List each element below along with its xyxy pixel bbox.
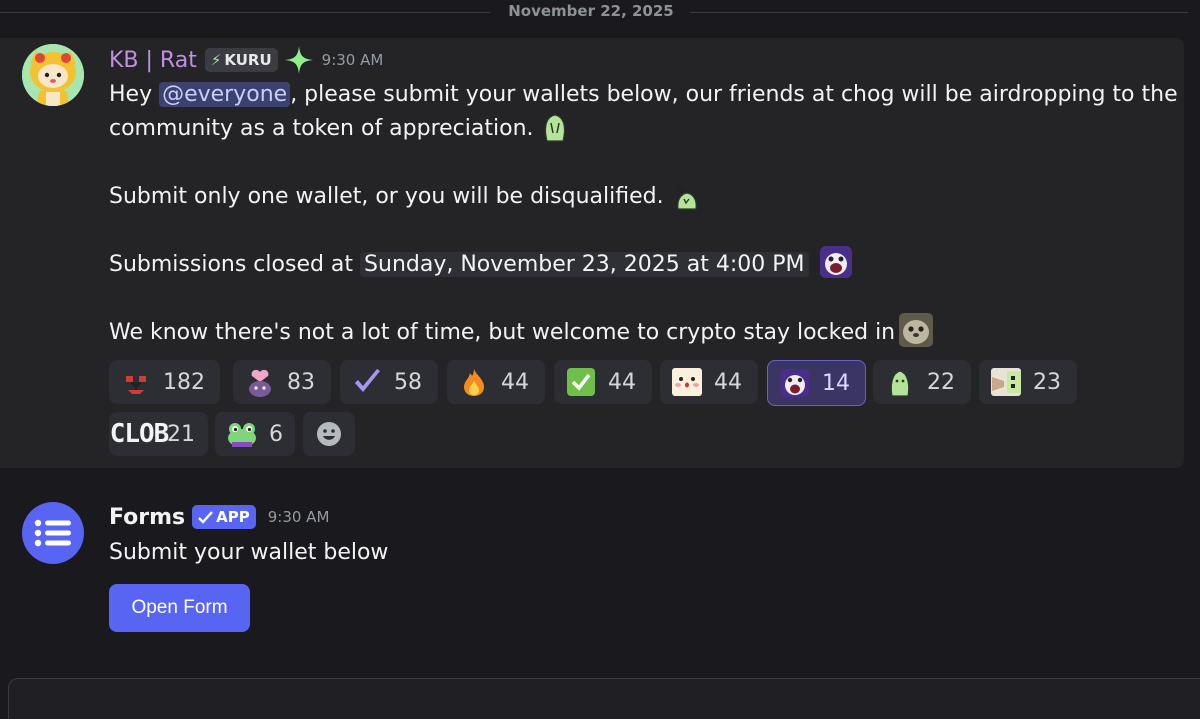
clob-text-emoji-icon: CLOB [109, 419, 170, 449]
message-time[interactable]: 9:30 AM [268, 508, 330, 526]
username[interactable]: KB | Rat [109, 48, 197, 73]
reaction-count: 6 [269, 421, 283, 447]
reaction-chip-active[interactable]: 14 [767, 360, 866, 406]
reaction-chip[interactable]: 83 [233, 360, 331, 404]
reaction-chip[interactable]: 44 [660, 360, 758, 404]
green-blob-emoji-icon[interactable] [538, 109, 572, 143]
heart-hands-emoji-icon [119, 365, 153, 399]
green-blob-emoji-icon [883, 365, 917, 399]
scream-cat-emoji-icon[interactable] [819, 245, 853, 279]
server-tag[interactable]: ⚡ KURU [204, 48, 278, 72]
text-segment: , please submit your wallets below, our … [290, 82, 1178, 107]
message-content: Hey @everyone, please submit your wallet… [109, 78, 1178, 350]
reaction-count: 22 [927, 369, 955, 395]
message-header: Forms APP 9:30 AM [109, 502, 329, 532]
smiley-add-icon [317, 422, 341, 446]
reaction-count: 14 [822, 370, 850, 396]
message-line: community as a token of appreciation. [109, 112, 1169, 146]
check-icon [198, 510, 214, 524]
text-segment: Hey [109, 82, 160, 107]
message-time[interactable]: 9:30 AM [322, 51, 384, 69]
server-tag-label: KURU [224, 51, 272, 69]
message-line-empty [109, 282, 1169, 316]
green-blob-knife-emoji-icon[interactable] [668, 177, 702, 211]
reaction-count: 21 [167, 421, 195, 447]
sparkle-icon [284, 46, 313, 74]
message-line: Submissions closed at Sunday, November 2… [109, 245, 1169, 282]
divider-date: November 22, 2025 [508, 2, 674, 20]
reaction-count: 182 [163, 369, 205, 395]
reaction-chip[interactable]: 22 [873, 360, 971, 404]
scream-cat-emoji-icon [778, 366, 812, 400]
message-composer[interactable] [8, 678, 1200, 719]
app-badge-label: APP [216, 508, 250, 526]
text-segment: We know there's not a lot of time, but w… [109, 320, 896, 345]
reaction-chip[interactable]: 23 [979, 360, 1077, 404]
text-segment: Submit only one wallet, or you will be d… [109, 184, 664, 209]
mention-everyone[interactable]: @everyone [159, 82, 291, 107]
blush-face-emoji-icon [670, 365, 704, 399]
open-form-button[interactable]: Open Form [109, 584, 250, 632]
list-icon [34, 519, 71, 547]
message-line: We know there's not a lot of time, but w… [109, 313, 1169, 350]
fire-emoji-icon [457, 365, 491, 399]
reaction-count: 44 [608, 369, 636, 395]
reaction-count: 58 [394, 369, 422, 395]
message-line: Hey @everyone, please submit your wallet… [109, 78, 1178, 112]
timestamp-chip[interactable]: Sunday, November 23, 2025 at 4:00 PM [360, 252, 809, 277]
lightning-icon: ⚡ [210, 51, 222, 69]
reaction-chip[interactable]: CLOB 21 [109, 412, 208, 456]
message-line-empty [109, 146, 1169, 180]
reaction-count: 23 [1033, 369, 1061, 395]
reaction-count: 44 [714, 369, 742, 395]
username[interactable]: Forms [109, 505, 185, 530]
purple-check-emoji-icon [350, 365, 384, 399]
text-segment: community as a token of appreciation. [109, 116, 534, 141]
reaction-chip[interactable]: 182 [109, 360, 220, 404]
divider-line-right [690, 12, 1188, 13]
text-segment: Submissions closed at [109, 252, 361, 277]
reaction-chip[interactable]: 6 [215, 412, 295, 456]
reaction-chip[interactable]: 44 [447, 360, 545, 404]
message-header: KB | Rat ⚡ KURU 9:30 AM [109, 44, 383, 76]
heart-character-emoji-icon [243, 365, 277, 399]
reaction-chip[interactable]: 44 [554, 360, 652, 404]
message-line: Submit only one wallet, or you will be d… [109, 177, 1169, 214]
avatar[interactable] [22, 44, 84, 106]
pointing-emoji-icon [989, 365, 1023, 399]
forms-app-avatar[interactable] [22, 502, 84, 564]
add-reaction-button[interactable] [303, 412, 355, 456]
reaction-count: 83 [287, 369, 315, 395]
reaction-chip[interactable]: 58 [340, 360, 438, 404]
green-check-emoji-icon [564, 365, 598, 399]
reaction-count: 44 [501, 369, 529, 395]
frog-emoji-icon [225, 417, 259, 451]
app-badge: APP [192, 505, 256, 529]
message-line-empty [109, 214, 1169, 248]
seal-emoji-icon[interactable] [899, 313, 934, 347]
rat-avatar-icon [22, 44, 84, 106]
message-content: Submit your wallet below [109, 540, 389, 565]
